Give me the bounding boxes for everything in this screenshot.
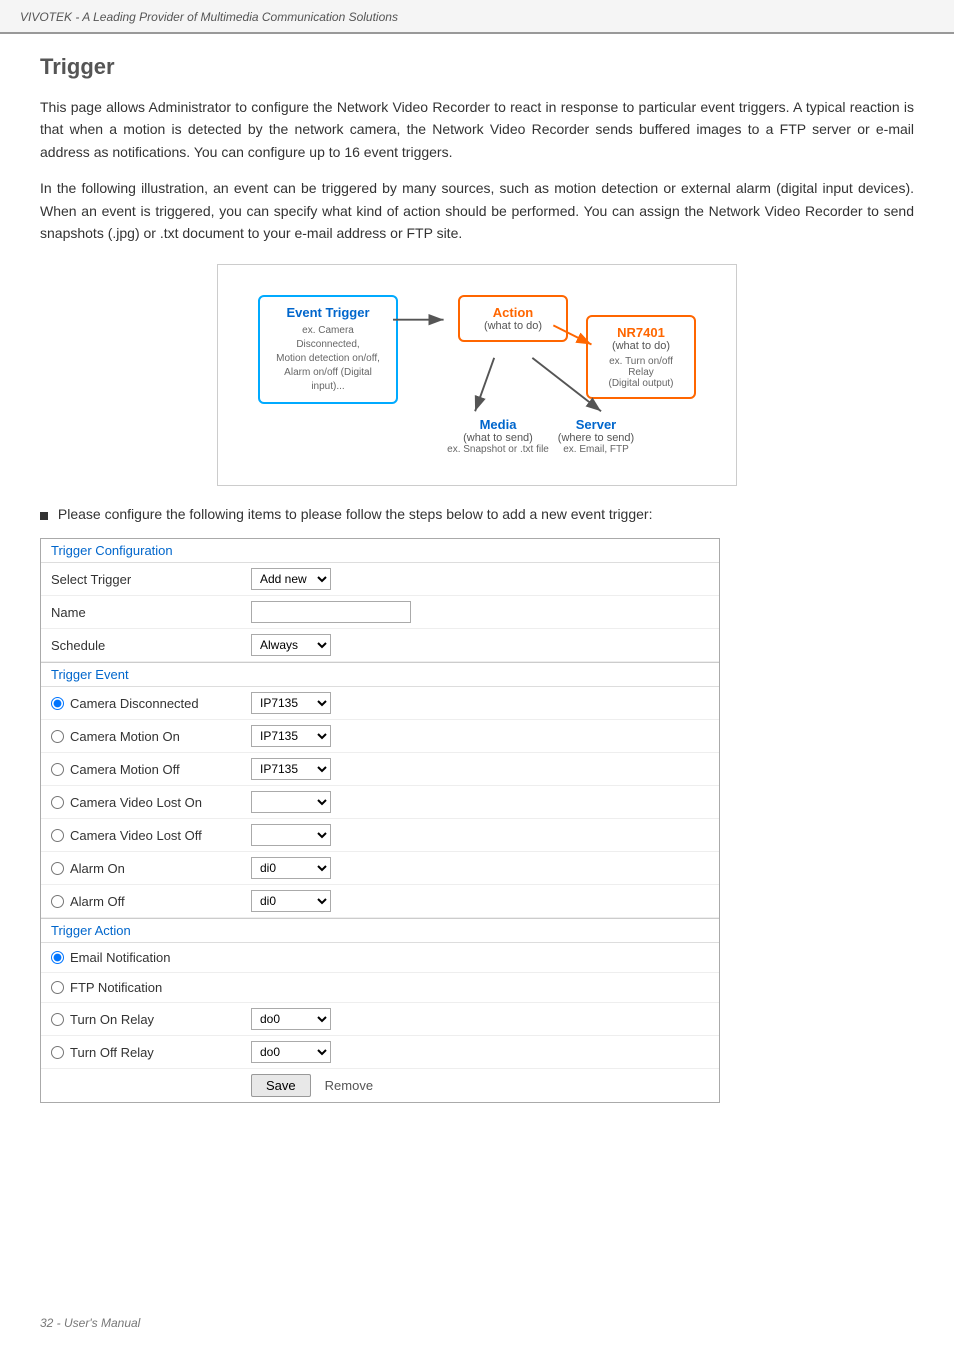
diagram-nr7401: NR7401 (what to do) ex. Turn on/off Rela… — [586, 315, 696, 399]
select-trigger-label: Select Trigger — [51, 572, 251, 587]
camera-motion-on-row: Camera Motion On IP7135 — [41, 720, 719, 753]
camera-disconnected-row: Camera Disconnected IP7135 — [41, 687, 719, 720]
instruction-text: Please configure the following items to … — [58, 506, 653, 522]
server-ex: ex. Email, FTP — [536, 444, 656, 455]
turn-off-relay-row: Turn Off Relay do0 — [41, 1036, 719, 1069]
turn-off-relay-radio[interactable] — [51, 1046, 64, 1059]
turn-off-relay-label: Turn Off Relay — [51, 1045, 251, 1060]
event-trigger-ex: ex. Camera Disconnected,Motion detection… — [274, 324, 382, 394]
nr7401-label: NR7401 — [602, 325, 680, 340]
instruction-line: Please configure the following items to … — [40, 506, 914, 522]
camera-motion-off-radio[interactable] — [51, 763, 64, 776]
ftp-notification-radio[interactable] — [51, 981, 64, 994]
bullet-icon — [40, 512, 48, 520]
name-row: Name — [41, 596, 719, 629]
alarm-off-control: di0 — [251, 890, 709, 912]
footer-text: 32 - User's Manual — [40, 1316, 140, 1330]
select-trigger-dropdown[interactable]: Add new — [251, 568, 331, 590]
footer: 32 - User's Manual — [40, 1314, 140, 1330]
turn-on-relay-label: Turn On Relay — [51, 1012, 251, 1027]
camera-video-lost-on-radio[interactable] — [51, 796, 64, 809]
camera-motion-off-label: Camera Motion Off — [51, 762, 251, 777]
alarm-off-dropdown[interactable]: di0 — [251, 890, 331, 912]
camera-video-lost-off-control — [251, 824, 709, 846]
camera-video-lost-on-control — [251, 791, 709, 813]
schedule-label: Schedule — [51, 638, 251, 653]
camera-video-lost-on-dropdown[interactable] — [251, 791, 331, 813]
server-sub: (where to send) — [536, 432, 656, 444]
turn-off-relay-control: do0 — [251, 1041, 709, 1063]
turn-on-relay-dropdown[interactable]: do0 — [251, 1008, 331, 1030]
description-2: In the following illustration, an event … — [40, 177, 914, 244]
email-notification-row: Email Notification — [41, 943, 719, 973]
trigger-event-section-title: Trigger Event — [41, 662, 719, 687]
camera-video-lost-off-radio[interactable] — [51, 829, 64, 842]
camera-disconnected-radio[interactable] — [51, 697, 64, 710]
trigger-config-section-title: Trigger Configuration — [41, 539, 719, 563]
button-control: Save Remove — [251, 1074, 709, 1097]
nr7401-ex: ex. Turn on/off Relay(Digital output) — [602, 356, 680, 389]
camera-disconnected-control: IP7135 — [251, 692, 709, 714]
camera-disconnected-label: Camera Disconnected — [51, 696, 251, 711]
alarm-on-radio[interactable] — [51, 862, 64, 875]
alarm-off-row: Alarm Off di0 — [41, 885, 719, 918]
camera-motion-on-dropdown[interactable]: IP7135 — [251, 725, 331, 747]
camera-motion-on-radio[interactable] — [51, 730, 64, 743]
alarm-off-label: Alarm Off — [51, 894, 251, 909]
email-notification-label: Email Notification — [51, 950, 251, 965]
action-label: Action — [474, 305, 552, 320]
nr7401-sub: (what to do) — [602, 340, 680, 352]
action-sub: (what to do) — [474, 320, 552, 332]
server-label: Server — [536, 417, 656, 432]
name-label: Name — [51, 605, 251, 620]
alarm-on-row: Alarm On di0 — [41, 852, 719, 885]
name-input[interactable] — [251, 601, 411, 623]
name-control — [251, 601, 709, 623]
header-text: VIVOTEK - A Leading Provider of Multimed… — [20, 10, 398, 24]
camera-motion-off-row: Camera Motion Off IP7135 — [41, 753, 719, 786]
remove-button[interactable]: Remove — [317, 1075, 381, 1096]
trigger-action-section-title: Trigger Action — [41, 918, 719, 943]
alarm-on-dropdown[interactable]: di0 — [251, 857, 331, 879]
email-notification-radio[interactable] — [51, 951, 64, 964]
camera-motion-off-control: IP7135 — [251, 758, 709, 780]
camera-motion-on-control: IP7135 — [251, 725, 709, 747]
description-1: This page allows Administrator to config… — [40, 96, 914, 163]
select-trigger-row: Select Trigger Add new — [41, 563, 719, 596]
alarm-off-radio[interactable] — [51, 895, 64, 908]
camera-video-lost-on-row: Camera Video Lost On — [41, 786, 719, 819]
diagram-inner: Event Trigger ex. Camera Disconnected,Mo… — [248, 285, 706, 465]
schedule-control: Always — [251, 634, 709, 656]
alarm-on-control: di0 — [251, 857, 709, 879]
diagram-action: Action (what to do) — [458, 295, 568, 342]
ftp-notification-row: FTP Notification — [41, 973, 719, 1003]
camera-video-lost-on-label: Camera Video Lost On — [51, 795, 251, 810]
camera-video-lost-off-row: Camera Video Lost Off — [41, 819, 719, 852]
trigger-configuration-box: Trigger Configuration Select Trigger Add… — [40, 538, 720, 1103]
turn-on-relay-row: Turn On Relay do0 — [41, 1003, 719, 1036]
page-header: VIVOTEK - A Leading Provider of Multimed… — [0, 0, 954, 34]
page-title: Trigger — [40, 54, 914, 80]
schedule-dropdown[interactable]: Always — [251, 634, 331, 656]
camera-video-lost-off-label: Camera Video Lost Off — [51, 828, 251, 843]
turn-on-relay-control: do0 — [251, 1008, 709, 1030]
alarm-on-label: Alarm On — [51, 861, 251, 876]
turn-off-relay-dropdown[interactable]: do0 — [251, 1041, 331, 1063]
schedule-row: Schedule Always — [41, 629, 719, 662]
diagram-event-trigger: Event Trigger ex. Camera Disconnected,Mo… — [258, 295, 398, 404]
ftp-notification-label: FTP Notification — [51, 980, 251, 995]
camera-motion-on-label: Camera Motion On — [51, 729, 251, 744]
turn-on-relay-radio[interactable] — [51, 1013, 64, 1026]
camera-video-lost-off-dropdown[interactable] — [251, 824, 331, 846]
event-trigger-label: Event Trigger — [274, 305, 382, 320]
save-button[interactable]: Save — [251, 1074, 311, 1097]
main-content: Trigger This page allows Administrator t… — [0, 34, 954, 1143]
diagram-server: Server (where to send) ex. Email, FTP — [536, 417, 656, 455]
select-trigger-control: Add new — [251, 568, 709, 590]
diagram-container: Event Trigger ex. Camera Disconnected,Mo… — [217, 264, 737, 486]
camera-motion-off-dropdown[interactable]: IP7135 — [251, 758, 331, 780]
button-row: Save Remove — [41, 1069, 719, 1102]
camera-disconnected-dropdown[interactable]: IP7135 — [251, 692, 331, 714]
